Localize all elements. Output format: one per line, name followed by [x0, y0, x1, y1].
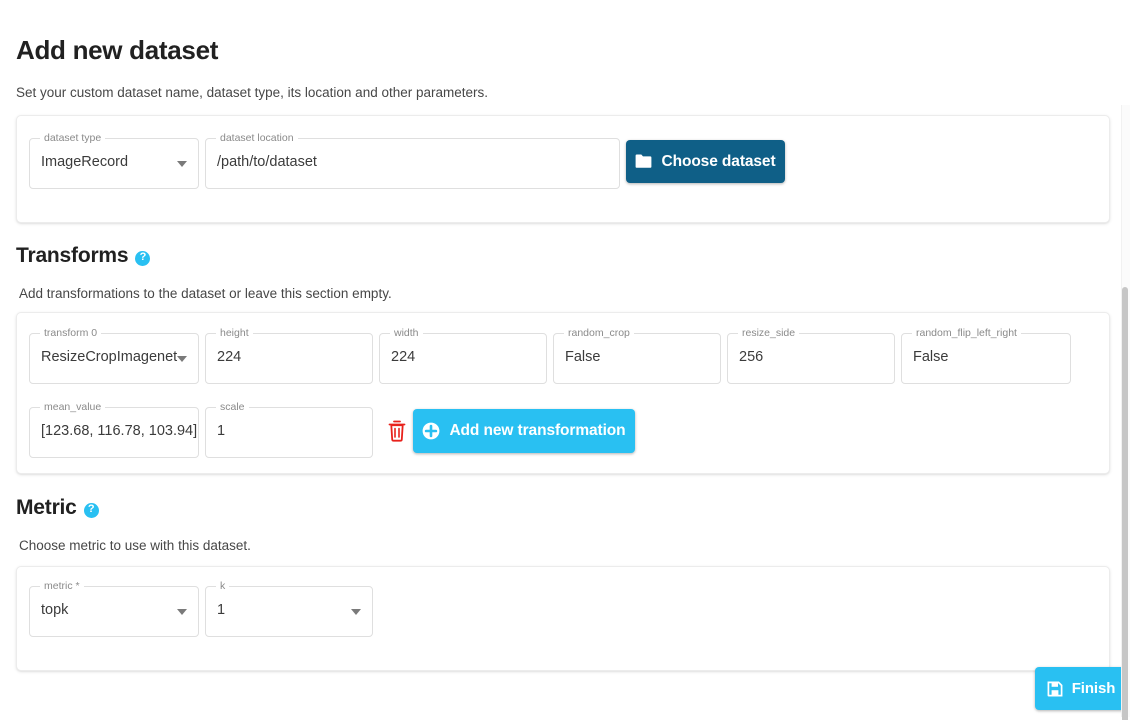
- plus-circle-icon: [422, 422, 440, 440]
- dataset-type-label: dataset type: [40, 132, 106, 144]
- dataset-location-input[interactable]: dataset location /path/to/dataset: [205, 132, 620, 189]
- add-transformation-label: Add new transformation: [449, 422, 626, 439]
- finish-button[interactable]: Finish: [1035, 667, 1127, 710]
- page-title: Add new dataset: [16, 35, 219, 65]
- dataset-type-value: ImageRecord: [41, 154, 129, 170]
- scrollbar-track[interactable]: [1121, 105, 1130, 720]
- metric-heading-text: Metric: [16, 496, 77, 519]
- mean-value-label: mean_value: [40, 401, 106, 413]
- mean-value-value: [123.68, 116.78, 103.94]: [41, 423, 198, 439]
- chevron-down-icon[interactable]: [177, 609, 187, 615]
- choose-dataset-label: Choose dataset: [661, 152, 776, 170]
- metric-description: Choose metric to use with this dataset.: [19, 538, 251, 553]
- width-input[interactable]: width 224: [379, 327, 547, 384]
- metric-label: metric *: [40, 580, 84, 592]
- transform-0-label: transform 0: [40, 327, 102, 339]
- transforms-heading-text: Transforms: [16, 244, 129, 267]
- random-crop-input[interactable]: random_crop False: [553, 327, 721, 384]
- k-select[interactable]: k 1: [205, 580, 373, 637]
- k-label: k: [216, 580, 230, 592]
- trash-icon: [387, 420, 407, 445]
- resize-side-label: resize_side: [738, 327, 800, 339]
- scrollbar-thumb[interactable]: [1122, 287, 1128, 720]
- metric-select[interactable]: metric * topk: [29, 580, 199, 637]
- random-flip-left-right-label: random_flip_left_right: [912, 327, 1021, 339]
- scale-value: 1: [217, 423, 226, 439]
- folder-icon: [635, 154, 652, 169]
- delete-transform-button[interactable]: [387, 420, 407, 442]
- random-crop-value: False: [565, 349, 601, 365]
- dataset-location-value: /path/to/dataset: [217, 154, 317, 170]
- choose-dataset-button[interactable]: Choose dataset: [626, 140, 785, 183]
- mean-value-input[interactable]: mean_value [123.68, 116.78, 103.94]: [29, 401, 199, 458]
- metric-value: topk: [41, 602, 69, 618]
- metric-heading: Metric ?: [16, 496, 99, 520]
- random-flip-left-right-value: False: [913, 349, 949, 365]
- height-input[interactable]: height 224: [205, 327, 373, 384]
- page-subtitle: Set your custom dataset name, dataset ty…: [16, 85, 489, 100]
- random-crop-label: random_crop: [564, 327, 634, 339]
- help-icon-glyph: ?: [139, 251, 147, 263]
- scale-input[interactable]: scale 1: [205, 401, 373, 458]
- transforms-heading: Transforms ?: [16, 244, 151, 268]
- add-transformation-button[interactable]: Add new transformation: [413, 409, 635, 453]
- chevron-down-icon[interactable]: [177, 161, 187, 167]
- k-value: 1: [217, 602, 226, 618]
- height-value: 224: [217, 349, 242, 365]
- help-circle-icon[interactable]: ?: [135, 250, 151, 266]
- transform-0-value: ResizeCropImagenet: [41, 349, 178, 365]
- resize-side-input[interactable]: resize_side 256: [727, 327, 895, 384]
- dataset-type-select[interactable]: dataset type ImageRecord: [29, 132, 199, 189]
- save-icon: [1047, 681, 1063, 697]
- chevron-down-icon[interactable]: [177, 356, 187, 362]
- help-icon-glyph: ?: [87, 503, 95, 515]
- random-flip-left-right-input[interactable]: random_flip_left_right False: [901, 327, 1071, 384]
- finish-label: Finish: [1071, 680, 1116, 697]
- help-circle-icon[interactable]: ?: [83, 502, 99, 518]
- transform-0-select[interactable]: transform 0 ResizeCropImagenet: [29, 327, 199, 384]
- transforms-description: Add transformations to the dataset or le…: [19, 286, 392, 301]
- dataset-location-label: dataset location: [216, 132, 298, 144]
- width-value: 224: [391, 349, 416, 365]
- chevron-down-icon[interactable]: [351, 609, 361, 615]
- height-label: height: [216, 327, 253, 339]
- width-label: width: [390, 327, 423, 339]
- resize-side-value: 256: [739, 349, 764, 365]
- scale-label: scale: [216, 401, 249, 413]
- add-dataset-page: Add new dataset Set your custom dataset …: [0, 0, 1131, 720]
